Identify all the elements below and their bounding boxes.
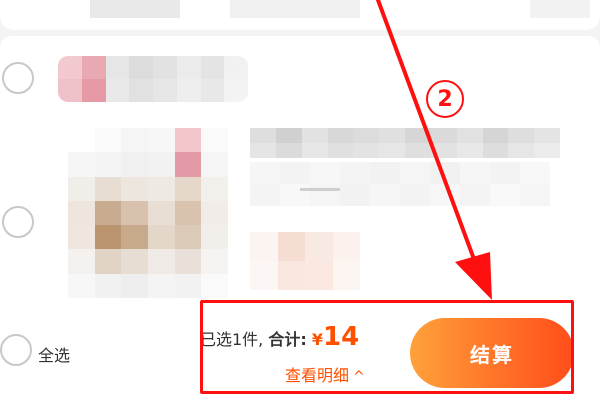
blurred-content — [230, 0, 360, 18]
blurred-content — [530, 0, 590, 18]
annotation-step-marker: 2 — [426, 80, 464, 118]
blurred-price-tag — [250, 232, 360, 290]
item-select-radio[interactable] — [2, 206, 34, 238]
blurred-store-name — [58, 56, 248, 102]
cart-screen: 全选 已选1件, 合计: ¥14 查看明细 ^ 结算 2 — [0, 0, 600, 400]
store-select-radio[interactable] — [2, 62, 34, 94]
select-all-label[interactable]: 全选 — [38, 342, 70, 366]
blurred-content — [90, 0, 180, 18]
blurred-product-title — [250, 128, 560, 158]
annotation-highlight-box — [200, 300, 574, 394]
previous-item-card — [0, 0, 600, 30]
blurred-text-fragment — [300, 188, 340, 191]
select-all-radio[interactable] — [0, 334, 32, 366]
step-number: 2 — [437, 86, 453, 112]
blurred-product-spec — [250, 162, 550, 206]
blurred-product-image[interactable] — [68, 128, 228, 298]
